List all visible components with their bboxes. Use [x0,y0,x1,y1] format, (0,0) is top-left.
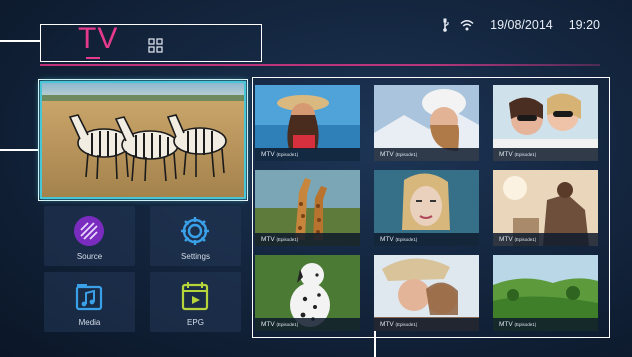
settings-tile[interactable]: Settings [150,206,241,266]
channel-caption: MTV (Episode1) [255,148,360,161]
zebra-image [42,83,244,197]
wifi-icon [460,19,474,31]
channel-thumbnail[interactable]: MTV (Episode1) [255,85,360,161]
channel-thumbnail[interactable]: MTV (Episode1) [255,170,360,246]
status-date: 19/08/2014 [490,18,553,32]
channel-caption: MTV (Episode1) [374,233,479,246]
epg-label: EPG [187,318,204,327]
channel-thumbnail[interactable]: MTV (Episode1) [374,170,479,246]
media-tile[interactable]: Media [44,272,135,332]
channel-thumbnail[interactable]: MTV (Episode1) [374,255,479,331]
channels-callout-line [374,327,376,357]
channel-caption: MTV (Episode1) [255,318,360,331]
header-divider [40,64,600,66]
usb-icon [440,18,450,32]
status-bar: 19/08/2014 19:20 [440,18,600,32]
source-label: Source [76,252,103,261]
channel-caption: MTV (Episode1) [493,233,598,246]
source-tile[interactable]: Source [44,206,135,266]
media-label: Media [78,318,101,327]
channel-caption: MTV (Episode1) [374,148,479,161]
source-icon [74,216,104,246]
channel-caption: MTV (Episode1) [374,318,479,331]
channel-thumbnail[interactable]: MTV (Episode1) [374,85,479,161]
epg-tile[interactable]: EPG [150,272,241,332]
media-music-icon [75,284,103,311]
channel-caption: MTV (Episode1) [493,148,598,161]
channel-caption: MTV (Episode1) [255,233,360,246]
grid-view-icon[interactable] [148,38,163,53]
featured-callout-line [0,149,38,151]
epg-icon [181,282,209,311]
channel-caption: MTV (Episode1) [493,318,598,331]
status-time: 19:20 [568,18,600,32]
channel-thumbnail[interactable]: MTV (Episode1) [493,85,598,161]
featured-preview[interactable] [40,81,246,199]
settings-label: Settings [181,252,210,261]
tv-home-screen: TV 19/08/2014 19:20 Source Settings Medi… [0,0,632,357]
header-callout-line [0,40,40,42]
title-underline [86,57,100,59]
channel-thumbnail[interactable]: MTV (Episode1) [493,170,598,246]
channel-thumbnail[interactable]: MTV (Episode1) [255,255,360,331]
channel-thumbnail[interactable]: MTV (Episode1) [493,255,598,331]
page-title: TV [78,22,119,55]
settings-gear-icon [181,217,209,245]
